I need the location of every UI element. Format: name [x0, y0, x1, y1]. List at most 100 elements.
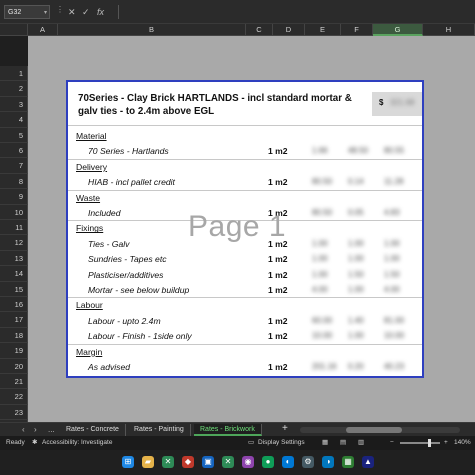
chrome-icon[interactable]: ● — [262, 456, 274, 468]
line-item-value: 0.14 — [348, 177, 364, 187]
line-item-label: Labour - Finish - 1side only — [88, 331, 192, 342]
column-header-g[interactable]: G — [373, 24, 423, 36]
line-item-value: 1.00 — [348, 238, 364, 248]
zoom-slider-handle[interactable] — [428, 439, 431, 447]
line-item-label: As advised — [88, 362, 131, 372]
line-item-value: 4.00 — [384, 285, 400, 294]
sheet-tab-concrete[interactable]: Rates - Concrete — [60, 424, 126, 436]
excel-icon[interactable]: ✕ — [162, 456, 174, 468]
page-watermark: Page 1 — [188, 210, 287, 243]
more-sheets-button[interactable]: ... — [48, 425, 55, 434]
excel-window-icon[interactable]: ✕ — [222, 456, 234, 468]
row-header[interactable]: 11 — [0, 220, 28, 236]
sheet-tab-brickwork[interactable]: Rates - Brickwork — [194, 424, 262, 436]
line-item-value: 80.50 — [312, 177, 333, 187]
select-all-corner[interactable] — [0, 24, 28, 36]
edge-icon[interactable]: ◐ — [282, 456, 294, 468]
row-header[interactable]: 6 — [0, 143, 28, 159]
page-break-view-icon[interactable]: ▥ — [358, 436, 364, 450]
row-header[interactable]: 4 — [0, 112, 28, 128]
accessibility-icon[interactable]: ✱ — [32, 436, 37, 450]
price-box: $ 321.68 — [372, 92, 422, 116]
column-header-e[interactable]: E — [305, 24, 341, 36]
store-icon[interactable]: ▣ — [202, 456, 214, 468]
price-value: 321.68 — [390, 98, 415, 107]
insert-function-icon[interactable]: fx — [97, 5, 104, 19]
page-layout-view-icon[interactable]: ▤ — [340, 436, 346, 450]
chevron-down-icon[interactable]: ▾ — [44, 6, 47, 20]
normal-view-icon[interactable]: ▦ — [322, 436, 328, 450]
line-item-value: 48.50 — [348, 146, 369, 156]
column-header-b[interactable]: B — [58, 24, 246, 36]
confirm-icon[interactable]: ✓ — [82, 5, 90, 19]
row-header[interactable]: 14 — [0, 266, 28, 282]
browser-icon[interactable]: ◆ — [182, 456, 194, 468]
row-header[interactable]: 1 — [0, 66, 28, 82]
zoom-slider[interactable] — [400, 442, 440, 444]
app-icon[interactable]: ◉ — [242, 456, 254, 468]
line-item-value: 1.66 — [312, 146, 328, 156]
line-item-value: 80.50 — [312, 208, 333, 217]
accessibility-status[interactable]: Accessibility: Investigate — [42, 436, 112, 450]
row-header[interactable]: 9 — [0, 189, 28, 205]
windows-start-icon[interactable]: ⊞ — [122, 456, 134, 468]
line-item-label: Ties - Galv — [88, 238, 130, 249]
windows-taskbar: ⊞ ▰ ✕ ◆ ▣ ✕ ◉ ● ◐ ⚙ ◑ ▦ ▲ — [0, 450, 475, 475]
display-settings-icon[interactable]: ▭ — [248, 436, 254, 450]
line-item-value: 10.00 — [384, 331, 405, 341]
row-header[interactable]: 7 — [0, 158, 28, 174]
zoom-level[interactable]: 140% — [454, 436, 471, 450]
line-item-label: HIAB - incl pallet credit — [88, 177, 175, 188]
zoom-out-icon[interactable]: − — [390, 436, 394, 450]
photos-icon[interactable]: ▲ — [362, 456, 374, 468]
row-header[interactable]: 21 — [0, 374, 28, 390]
row-header[interactable]: 20 — [0, 358, 28, 374]
sheet-tab-painting[interactable]: Rates - Painting — [128, 424, 191, 436]
name-box[interactable]: G32 ▾ — [4, 5, 50, 19]
column-header-a[interactable]: A — [28, 24, 58, 36]
chevron-left-icon[interactable]: ‹ — [22, 425, 25, 434]
worksheet-grid[interactable]: 70Series - Clay Brick HARTLANDS - incl s… — [28, 36, 475, 422]
line-item-value: 60.00 — [312, 315, 333, 325]
line-item-label: Plasticiser/additives — [88, 269, 164, 280]
row-header[interactable]: 23 — [0, 404, 28, 421]
currency-symbol: $ — [379, 98, 384, 107]
row-header[interactable]: 12 — [0, 235, 28, 251]
column-header-d[interactable]: D — [273, 24, 305, 36]
row-header[interactable]: 8 — [0, 173, 28, 190]
formula-bar: G32 ▾ ⋮ ✕ ✓ fx — [0, 0, 475, 24]
row-header[interactable]: 2 — [0, 81, 28, 97]
spreadsheet-icon[interactable]: ▦ — [342, 456, 354, 468]
chevron-right-icon[interactable]: › — [34, 425, 37, 434]
row-header[interactable]: 3 — [0, 96, 28, 113]
row-header[interactable]: 17 — [0, 312, 28, 328]
row-header[interactable]: 22 — [0, 389, 28, 405]
row-header[interactable]: 16 — [0, 297, 28, 313]
print-page: 70Series - Clay Brick HARTLANDS - incl s… — [66, 80, 424, 378]
row-header[interactable]: 18 — [0, 327, 28, 344]
file-explorer-icon[interactable]: ▰ — [142, 456, 154, 468]
column-header-h[interactable]: H — [423, 24, 475, 36]
row-header[interactable]: 5 — [0, 127, 28, 143]
more-options-icon[interactable]: ⋮ — [56, 5, 64, 14]
row-header[interactable]: 10 — [0, 204, 28, 220]
row-header[interactable]: 15 — [0, 281, 28, 297]
column-header-f[interactable]: F — [341, 24, 373, 36]
zoom-in-icon[interactable]: + — [444, 436, 448, 450]
add-sheet-button[interactable]: + — [282, 423, 288, 434]
display-settings-button[interactable]: Display Settings — [258, 436, 305, 450]
formula-input[interactable] — [118, 5, 470, 19]
line-item-value: 10.00 — [312, 331, 333, 341]
line-item-value: 1.00 — [348, 285, 364, 294]
line-item-value: 1.00 — [348, 254, 364, 264]
settings-icon[interactable]: ⚙ — [302, 456, 314, 468]
horizontal-scrollbar[interactable] — [300, 427, 460, 433]
line-item-qty: 1 m2 — [268, 285, 288, 295]
edge-dev-icon[interactable]: ◑ — [322, 456, 334, 468]
cancel-icon[interactable]: ✕ — [68, 5, 76, 19]
row-header[interactable]: 13 — [0, 250, 28, 267]
column-header-c[interactable]: C — [246, 24, 273, 36]
scrollbar-thumb[interactable] — [346, 427, 402, 433]
line-item-label: Mortar - see below buildup — [88, 285, 190, 295]
row-header[interactable]: 19 — [0, 343, 28, 359]
